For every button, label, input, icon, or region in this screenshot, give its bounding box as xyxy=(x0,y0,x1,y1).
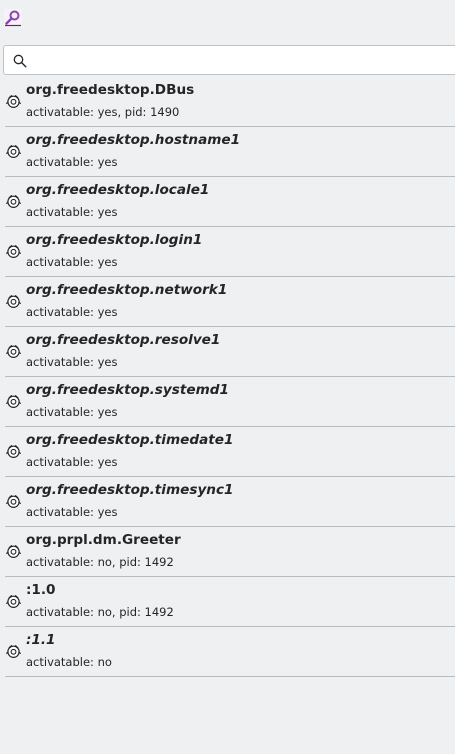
service-status: activatable: yes xyxy=(26,455,118,469)
service-name: org.prpl.dm.Greeter xyxy=(26,532,181,548)
toolbar xyxy=(0,0,455,38)
service-row[interactable]: org.freedesktop.timesync1 activatable: ye… xyxy=(0,477,455,527)
service-row[interactable]: org.freedesktop.network1 activatable: yes xyxy=(0,277,455,327)
service-list: org.freedesktop.DBus activatable: yes, pi… xyxy=(0,77,455,677)
search-icon xyxy=(13,54,27,68)
service-name: org.freedesktop.DBus xyxy=(26,82,195,98)
service-icon xyxy=(6,644,21,659)
service-row[interactable]: org.freedesktop.timedate1 activatable: ye… xyxy=(0,427,455,477)
service-row[interactable]: :1.1 activatable: no xyxy=(0,627,455,677)
service-icon xyxy=(6,244,21,259)
service-icon xyxy=(6,594,21,609)
service-name: :1.0 xyxy=(26,582,56,598)
service-row[interactable]: org.freedesktop.systemd1 activatable: yes xyxy=(0,377,455,427)
service-status: activatable: yes xyxy=(26,155,118,169)
service-icon xyxy=(6,294,21,309)
magnifier-app-icon[interactable] xyxy=(4,9,22,27)
service-icon xyxy=(6,494,21,509)
service-row[interactable]: org.prpl.dm.Greeter activatable: no, pid:… xyxy=(0,527,455,577)
service-status: activatable: yes xyxy=(26,205,118,219)
service-status: activatable: no, pid: 1492 xyxy=(26,605,174,619)
service-name: org.freedesktop.timesync1 xyxy=(26,482,234,498)
search-input[interactable] xyxy=(34,50,448,72)
service-name: org.freedesktop.login1 xyxy=(26,232,203,248)
search-box[interactable] xyxy=(3,45,455,75)
service-row[interactable]: org.freedesktop.DBus activatable: yes, pi… xyxy=(0,77,455,127)
service-row[interactable]: org.freedesktop.locale1 activatable: yes xyxy=(0,177,455,227)
service-name: org.freedesktop.hostname1 xyxy=(26,132,241,148)
service-status: activatable: yes xyxy=(26,505,118,519)
service-status: activatable: no xyxy=(26,655,112,669)
service-status: activatable: yes xyxy=(26,405,118,419)
service-name: org.freedesktop.resolve1 xyxy=(26,332,221,348)
service-row[interactable]: org.freedesktop.hostname1 activatable: ye… xyxy=(0,127,455,177)
service-icon xyxy=(6,544,21,559)
service-icon xyxy=(6,94,21,109)
service-name: org.freedesktop.timedate1 xyxy=(26,432,234,448)
service-status: activatable: yes xyxy=(26,305,118,319)
service-row[interactable]: org.freedesktop.resolve1 activatable: yes xyxy=(0,327,455,377)
service-status: activatable: yes, pid: 1490 xyxy=(26,105,180,119)
service-name: :1.1 xyxy=(26,632,56,648)
service-name: org.freedesktop.network1 xyxy=(26,282,228,298)
service-icon xyxy=(6,394,21,409)
service-icon xyxy=(6,444,21,459)
service-name: org.freedesktop.systemd1 xyxy=(26,382,229,398)
service-name: org.freedesktop.locale1 xyxy=(26,182,210,198)
service-row[interactable]: org.freedesktop.login1 activatable: yes xyxy=(0,227,455,277)
service-icon xyxy=(6,344,21,359)
service-status: activatable: yes xyxy=(26,255,118,269)
service-status: activatable: no, pid: 1492 xyxy=(26,555,174,569)
service-row[interactable]: :1.0 activatable: no, pid: 1492 xyxy=(0,577,455,627)
service-status: activatable: yes xyxy=(26,355,118,369)
service-icon xyxy=(6,194,21,209)
service-icon xyxy=(6,144,21,159)
